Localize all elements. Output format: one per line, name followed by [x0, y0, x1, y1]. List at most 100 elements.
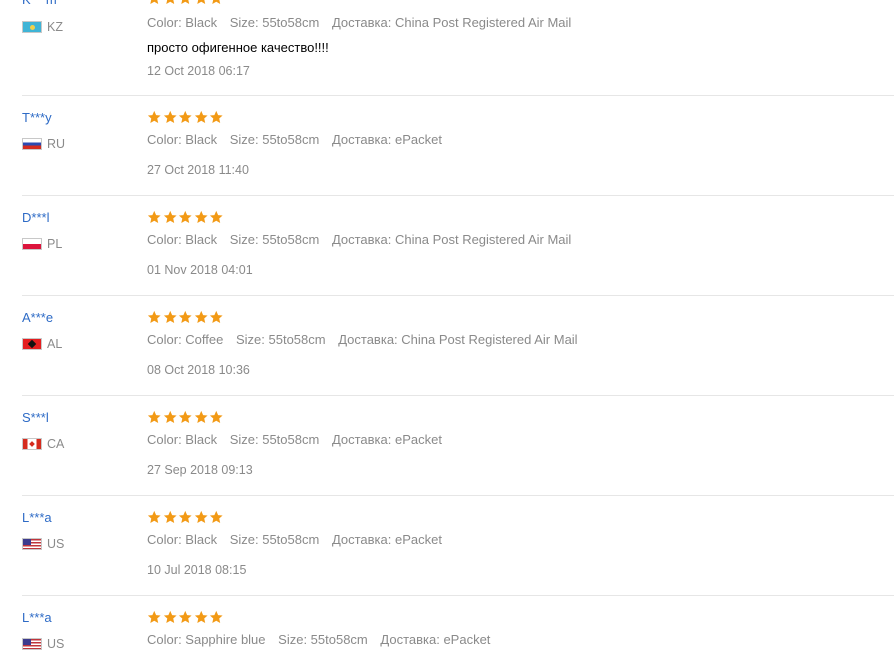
star-icon	[178, 210, 193, 225]
canada-flag-icon	[22, 438, 42, 450]
buyer-name[interactable]: K***m	[22, 0, 57, 8]
order-attributes: Color: Black Size: 55to58cm Доставка: Ch…	[147, 15, 580, 31]
star-icon	[194, 410, 209, 425]
size-attribute: Size: 55to58cm	[229, 132, 320, 147]
star-icon	[194, 510, 209, 525]
feedback-date: 27 Sep 2018 09:13	[147, 463, 253, 477]
star-icon	[147, 510, 162, 525]
color-attribute: Color: Sapphire blue	[147, 632, 266, 647]
star-icon	[163, 310, 178, 325]
divider	[22, 595, 894, 596]
kazakhstan-flag-icon	[22, 21, 42, 33]
buyer-country: US	[22, 636, 64, 652]
feedback-date: 10 Jul 2018 08:15	[147, 563, 247, 577]
star-icon	[194, 210, 209, 225]
size-attribute: Size: 55to58cm	[235, 332, 326, 347]
star-icon	[147, 410, 162, 425]
feedback-text: просто офигенное качество!!!!	[147, 40, 329, 55]
star-rating	[147, 110, 224, 126]
star-icon	[147, 110, 162, 125]
star-icon	[163, 0, 178, 6]
star-icon	[178, 610, 193, 625]
shipping-attribute: Доставка: China Post Registered Air Mail	[338, 332, 578, 347]
color-attribute: Color: Black	[147, 232, 218, 247]
star-icon	[147, 210, 162, 225]
star-icon	[209, 410, 224, 425]
size-attribute: Size: 55to58cm	[278, 632, 368, 647]
color-attribute: Color: Black	[147, 132, 218, 147]
star-icon	[163, 610, 178, 625]
feedback-date: 27 Oct 2018 11:40	[147, 163, 249, 177]
buyer-country: PL	[22, 236, 62, 252]
star-icon	[194, 610, 209, 625]
divider	[22, 295, 894, 296]
star-rating	[147, 0, 224, 7]
divider	[22, 95, 894, 96]
color-attribute: Color: Coffee	[147, 332, 224, 347]
star-icon	[194, 0, 209, 6]
star-rating	[147, 410, 224, 426]
buyer-name[interactable]: L***a	[22, 510, 52, 526]
buyer-name[interactable]: D***l	[22, 210, 49, 226]
buyer-name[interactable]: A***e	[22, 310, 53, 326]
star-icon	[209, 0, 224, 6]
divider	[22, 395, 894, 396]
order-attributes: Color: Black Size: 55to58cm Доставка: eP…	[147, 432, 451, 448]
shipping-attribute: Доставка: China Post Registered Air Mail	[331, 232, 572, 247]
buyer-country: RU	[22, 136, 65, 152]
size-attribute: Size: 55to58cm	[229, 532, 320, 547]
star-rating	[147, 310, 224, 326]
country-code: KZ	[47, 20, 63, 34]
star-icon	[147, 0, 162, 6]
shipping-attribute: Доставка: ePacket	[331, 432, 442, 447]
order-attributes: Color: Coffee Size: 55to58cm Доставка: C…	[147, 332, 587, 348]
country-code: CA	[47, 437, 65, 451]
buyer-country: AL	[22, 336, 62, 352]
star-icon	[209, 610, 224, 625]
star-icon	[194, 310, 209, 325]
buyer-country: US	[22, 536, 64, 552]
country-code: US	[47, 537, 65, 551]
poland-flag-icon	[22, 238, 42, 250]
star-icon	[163, 110, 178, 125]
color-attribute: Color: Black	[147, 432, 218, 447]
buyer-name[interactable]: L***a	[22, 610, 52, 626]
star-icon	[194, 110, 209, 125]
order-attributes: Color: Black Size: 55to58cm Доставка: Ch…	[147, 232, 580, 248]
star-icon	[163, 210, 178, 225]
star-rating	[147, 510, 224, 526]
star-rating	[147, 610, 224, 626]
color-attribute: Color: Black	[147, 15, 218, 30]
country-code: RU	[47, 137, 66, 151]
usa-flag-icon	[22, 638, 42, 650]
star-icon	[163, 510, 178, 525]
star-icon	[209, 510, 224, 525]
star-rating	[147, 210, 224, 226]
russia-flag-icon	[22, 138, 42, 150]
star-icon	[209, 110, 224, 125]
feedback-date: 12 Oct 2018 06:17	[147, 64, 250, 78]
shipping-attribute: Доставка: ePacket	[380, 632, 491, 647]
star-icon	[178, 0, 193, 6]
country-code: US	[47, 637, 65, 651]
country-code: PL	[47, 237, 63, 251]
star-icon	[163, 410, 178, 425]
buyer-country: KZ	[22, 19, 63, 35]
size-attribute: Size: 55to58cm	[229, 232, 320, 247]
divider	[22, 195, 894, 196]
usa-flag-icon	[22, 538, 42, 550]
star-icon	[178, 310, 193, 325]
country-code: AL	[47, 337, 63, 351]
feedback-date: 08 Oct 2018 10:36	[147, 363, 250, 377]
star-icon	[178, 510, 193, 525]
star-icon	[147, 310, 162, 325]
star-icon	[209, 210, 224, 225]
buyer-name[interactable]: S***l	[22, 410, 49, 426]
color-attribute: Color: Black	[147, 532, 218, 547]
size-attribute: Size: 55to58cm	[229, 432, 320, 447]
shipping-attribute: Доставка: ePacket	[331, 132, 442, 147]
star-icon	[209, 310, 224, 325]
order-attributes: Color: Black Size: 55to58cm Доставка: eP…	[147, 132, 451, 148]
buyer-name[interactable]: T***y	[22, 110, 52, 126]
order-attributes: Color: Black Size: 55to58cm Доставка: eP…	[147, 532, 451, 548]
